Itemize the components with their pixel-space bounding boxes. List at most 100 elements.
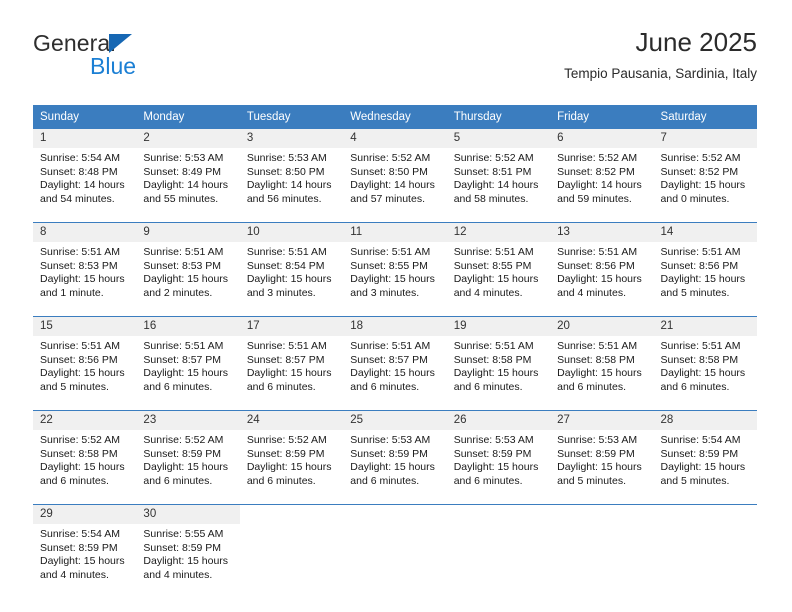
sunset-time: Sunset: 8:53 PM [40, 259, 118, 272]
daylight-duration-line1: Daylight: 15 hours [453, 367, 539, 379]
sunrise-time: Sunrise: 5:51 AM [350, 246, 431, 258]
day-sun-info: Sunrise: 5:51 AM Sunset: 8:58 PM Daylight:… [447, 336, 550, 394]
sunset-time: Sunset: 8:58 PM [660, 353, 739, 366]
page-header: General Blue June 2025 Tempio Pausania, … [33, 26, 757, 96]
day-number-placeholder [343, 505, 447, 524]
calendar-day-cell[interactable]: 2 Sunrise: 5:53 AM Sunset: 8:49 PM Daylight… [136, 128, 240, 213]
day-number: 27 [550, 411, 654, 430]
calendar-day-cell[interactable]: 21 Sunrise: 5:51 AM Sunset: 8:58 PM Dayligh… [653, 316, 757, 401]
page-title: June 2025 [635, 27, 757, 57]
logo-text-blue: Blue [90, 53, 137, 79]
calendar-day-cell[interactable]: 22 Sunrise: 5:52 AM Sunset: 8:58 PM Dayligh… [33, 410, 137, 495]
sunrise-time: Sunrise: 5:51 AM [246, 246, 327, 258]
day-sun-info: Sunrise: 5:52 AM Sunset: 8:59 PM Daylight:… [136, 430, 239, 488]
calendar-body: 1 Sunrise: 5:54 AM Sunset: 8:48 PM Daylight… [33, 128, 757, 598]
calendar-day-cell[interactable]: 8 Sunrise: 5:51 AM Sunset: 8:53 PM Daylight… [33, 222, 137, 307]
calendar-day-cell[interactable]: 28 Sunrise: 5:54 AM Sunset: 8:59 PM Dayligh… [653, 410, 757, 495]
day-number: 6 [550, 129, 654, 148]
week-row-spacer [33, 213, 757, 223]
daylight-duration-line2: and 0 minutes. [660, 192, 730, 205]
calendar-day-cell[interactable]: 9 Sunrise: 5:51 AM Sunset: 8:53 PM Daylight… [136, 222, 240, 307]
calendar-day-cell[interactable]: 20 Sunrise: 5:51 AM Sunset: 8:58 PM Dayligh… [550, 316, 654, 401]
daylight-duration-line1: Daylight: 14 hours [246, 179, 332, 191]
daylight-duration-line2: and 55 minutes. [143, 192, 219, 205]
calendar-day-cell[interactable]: 3 Sunrise: 5:53 AM Sunset: 8:50 PM Daylight… [239, 128, 344, 213]
sunrise-time: Sunrise: 5:54 AM [40, 528, 120, 540]
calendar-day-cell[interactable]: 30 Sunrise: 5:55 AM Sunset: 8:59 PM Dayligh… [136, 504, 240, 589]
daylight-duration-line2: and 6 minutes. [143, 380, 213, 393]
day-number: 8 [33, 223, 137, 242]
calendar-day-cell[interactable]: 26 Sunrise: 5:53 AM Sunset: 8:59 PM Dayligh… [446, 410, 551, 495]
week-row-spacer-cell [33, 213, 757, 223]
day-sun-info: Sunrise: 5:51 AM Sunset: 8:57 PM Daylight:… [240, 336, 343, 394]
day-sun-info: Sunrise: 5:54 AM Sunset: 8:48 PM Daylight:… [33, 148, 136, 206]
day-sun-info: Sunrise: 5:51 AM Sunset: 8:57 PM Daylight:… [136, 336, 239, 394]
sunset-time: Sunset: 8:59 PM [350, 447, 428, 460]
calendar-day-cell[interactable]: 29 Sunrise: 5:54 AM Sunset: 8:59 PM Dayligh… [33, 504, 137, 589]
day-sun-info: Sunrise: 5:54 AM Sunset: 8:59 PM Daylight:… [654, 430, 757, 488]
calendar-day-cell[interactable]: 11 Sunrise: 5:51 AM Sunset: 8:55 PM Dayligh… [343, 222, 447, 307]
weekday-header-thursday: Thursday [446, 105, 551, 129]
daylight-duration-line1: Daylight: 15 hours [143, 461, 229, 473]
calendar-day-cell[interactable]: 13 Sunrise: 5:51 AM Sunset: 8:56 PM Dayligh… [550, 222, 654, 307]
daylight-duration-line2: and 5 minutes. [660, 286, 730, 299]
day-number: 3 [239, 129, 344, 148]
day-sun-info: Sunrise: 5:52 AM Sunset: 8:50 PM Daylight:… [343, 148, 446, 206]
calendar-day-cell[interactable]: 10 Sunrise: 5:51 AM Sunset: 8:54 PM Dayligh… [239, 222, 344, 307]
calendar-day-cell[interactable]: 4 Sunrise: 5:52 AM Sunset: 8:50 PM Daylight… [343, 128, 447, 213]
day-sun-info: Sunrise: 5:52 AM Sunset: 8:59 PM Daylight:… [240, 430, 343, 488]
daylight-duration-line1: Daylight: 15 hours [143, 555, 229, 567]
day-sun-info: Sunrise: 5:51 AM Sunset: 8:56 PM Daylight:… [654, 242, 757, 300]
calendar-day-cell[interactable]: 27 Sunrise: 5:53 AM Sunset: 8:59 PM Dayligh… [550, 410, 654, 495]
sunset-time: Sunset: 8:55 PM [350, 259, 428, 272]
daylight-duration-line1: Daylight: 14 hours [557, 179, 642, 191]
calendar-day-cell[interactable]: 17 Sunrise: 5:51 AM Sunset: 8:57 PM Dayligh… [239, 316, 344, 401]
sunrise-time: Sunrise: 5:55 AM [143, 528, 224, 540]
day-number: 1 [33, 129, 137, 148]
day-sun-info: Sunrise: 5:53 AM Sunset: 8:49 PM Daylight:… [136, 148, 239, 206]
calendar-day-cell[interactable]: 5 Sunrise: 5:52 AM Sunset: 8:51 PM Daylight… [446, 128, 551, 213]
week-row-spacer-cell [33, 307, 757, 317]
calendar-day-cell[interactable]: 24 Sunrise: 5:52 AM Sunset: 8:59 PM Dayligh… [239, 410, 344, 495]
calendar-day-cell[interactable]: 6 Sunrise: 5:52 AM Sunset: 8:52 PM Daylight… [550, 128, 654, 213]
daylight-duration-line1: Daylight: 14 hours [143, 179, 229, 191]
calendar-cell-empty [239, 504, 344, 589]
sunset-time: Sunset: 8:59 PM [246, 447, 325, 460]
calendar-day-cell[interactable]: 14 Sunrise: 5:51 AM Sunset: 8:56 PM Dayligh… [653, 222, 757, 307]
sunset-time: Sunset: 8:56 PM [557, 259, 635, 272]
daylight-duration-line2: and 6 minutes. [246, 380, 316, 393]
calendar-day-cell[interactable]: 25 Sunrise: 5:53 AM Sunset: 8:59 PM Dayligh… [343, 410, 447, 495]
calendar-week-row: 22 Sunrise: 5:52 AM Sunset: 8:58 PM Dayligh… [33, 410, 757, 495]
day-number: 14 [653, 223, 757, 242]
day-sun-info: Sunrise: 5:51 AM Sunset: 8:58 PM Daylight:… [654, 336, 757, 394]
day-number: 24 [239, 411, 344, 430]
calendar-day-cell[interactable]: 15 Sunrise: 5:51 AM Sunset: 8:56 PM Dayligh… [33, 316, 137, 401]
daylight-duration-line2: and 5 minutes. [660, 474, 730, 487]
daylight-duration-line1: Daylight: 15 hours [557, 273, 642, 285]
calendar-day-cell[interactable]: 18 Sunrise: 5:51 AM Sunset: 8:57 PM Dayligh… [343, 316, 447, 401]
calendar-day-cell[interactable]: 23 Sunrise: 5:52 AM Sunset: 8:59 PM Dayligh… [136, 410, 240, 495]
sunrise-time: Sunrise: 5:52 AM [40, 434, 120, 446]
daylight-duration-line1: Daylight: 15 hours [40, 367, 125, 379]
calendar-day-cell[interactable]: 16 Sunrise: 5:51 AM Sunset: 8:57 PM Dayligh… [136, 316, 240, 401]
sunrise-time: Sunrise: 5:52 AM [246, 434, 327, 446]
daylight-duration-line1: Daylight: 15 hours [40, 555, 125, 567]
day-number: 25 [343, 411, 447, 430]
day-sun-info: Sunrise: 5:53 AM Sunset: 8:59 PM Daylight:… [343, 430, 446, 488]
calendar-day-cell[interactable]: 19 Sunrise: 5:51 AM Sunset: 8:58 PM Dayligh… [446, 316, 551, 401]
sunrise-time: Sunrise: 5:53 AM [143, 152, 224, 164]
daylight-duration-line2: and 4 minutes. [40, 568, 109, 581]
sunrise-time: Sunrise: 5:52 AM [660, 152, 741, 164]
day-number: 5 [446, 129, 551, 148]
general-blue-logo[interactable]: General Blue [33, 30, 253, 90]
day-sun-info: Sunrise: 5:51 AM Sunset: 8:55 PM Daylight:… [447, 242, 550, 300]
day-sun-info: Sunrise: 5:52 AM Sunset: 8:58 PM Daylight:… [33, 430, 136, 488]
daylight-duration-line1: Daylight: 15 hours [660, 367, 746, 379]
calendar-day-cell[interactable]: 12 Sunrise: 5:51 AM Sunset: 8:55 PM Dayligh… [446, 222, 551, 307]
calendar-day-cell[interactable]: 1 Sunrise: 5:54 AM Sunset: 8:48 PM Daylight… [33, 128, 137, 213]
sunset-time: Sunset: 8:57 PM [246, 353, 325, 366]
day-sun-info: Sunrise: 5:51 AM Sunset: 8:57 PM Daylight:… [343, 336, 446, 394]
day-sun-info: Sunrise: 5:53 AM Sunset: 8:59 PM Daylight:… [550, 430, 653, 488]
calendar-day-cell[interactable]: 7 Sunrise: 5:52 AM Sunset: 8:52 PM Daylight… [653, 128, 757, 213]
day-sun-info: Sunrise: 5:52 AM Sunset: 8:51 PM Daylight:… [447, 148, 550, 206]
